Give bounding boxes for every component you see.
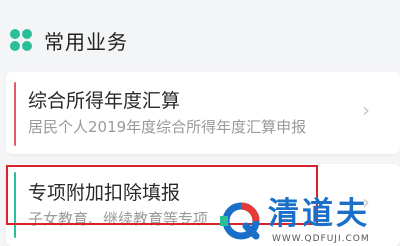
card-title: 专项附加扣除填报 xyxy=(28,182,181,204)
card-subtitle: 子女教育、继续教育等专项 xyxy=(28,210,209,228)
service-card-annual-settlement[interactable]: 综合所得年度汇算 居民个人2019年度综合所得年度汇算申报 › xyxy=(6,72,400,154)
watermark-url: WWW.QDFUJI.COM xyxy=(272,234,370,244)
section-header: 常用业务 xyxy=(10,24,128,56)
watermark-logo-icon xyxy=(220,202,260,240)
card-accent-bar xyxy=(14,82,16,146)
watermark-brand: 清道夫 xyxy=(268,196,370,232)
card-accent-bar xyxy=(14,172,16,238)
app-screen: 常用业务 综合所得年度汇算 居民个人2019年度综合所得年度汇算申报 › 专项附… xyxy=(0,0,400,246)
chevron-right-icon: › xyxy=(362,98,370,122)
card-title: 综合所得年度汇算 xyxy=(28,90,181,112)
card-subtitle: 居民个人2019年度综合所得年度汇算申报 xyxy=(28,118,307,136)
grid-apps-icon xyxy=(10,29,32,51)
watermark: 清道夫 WWW.QDFUJI.COM xyxy=(212,196,400,246)
section-title: 常用业务 xyxy=(44,29,128,54)
